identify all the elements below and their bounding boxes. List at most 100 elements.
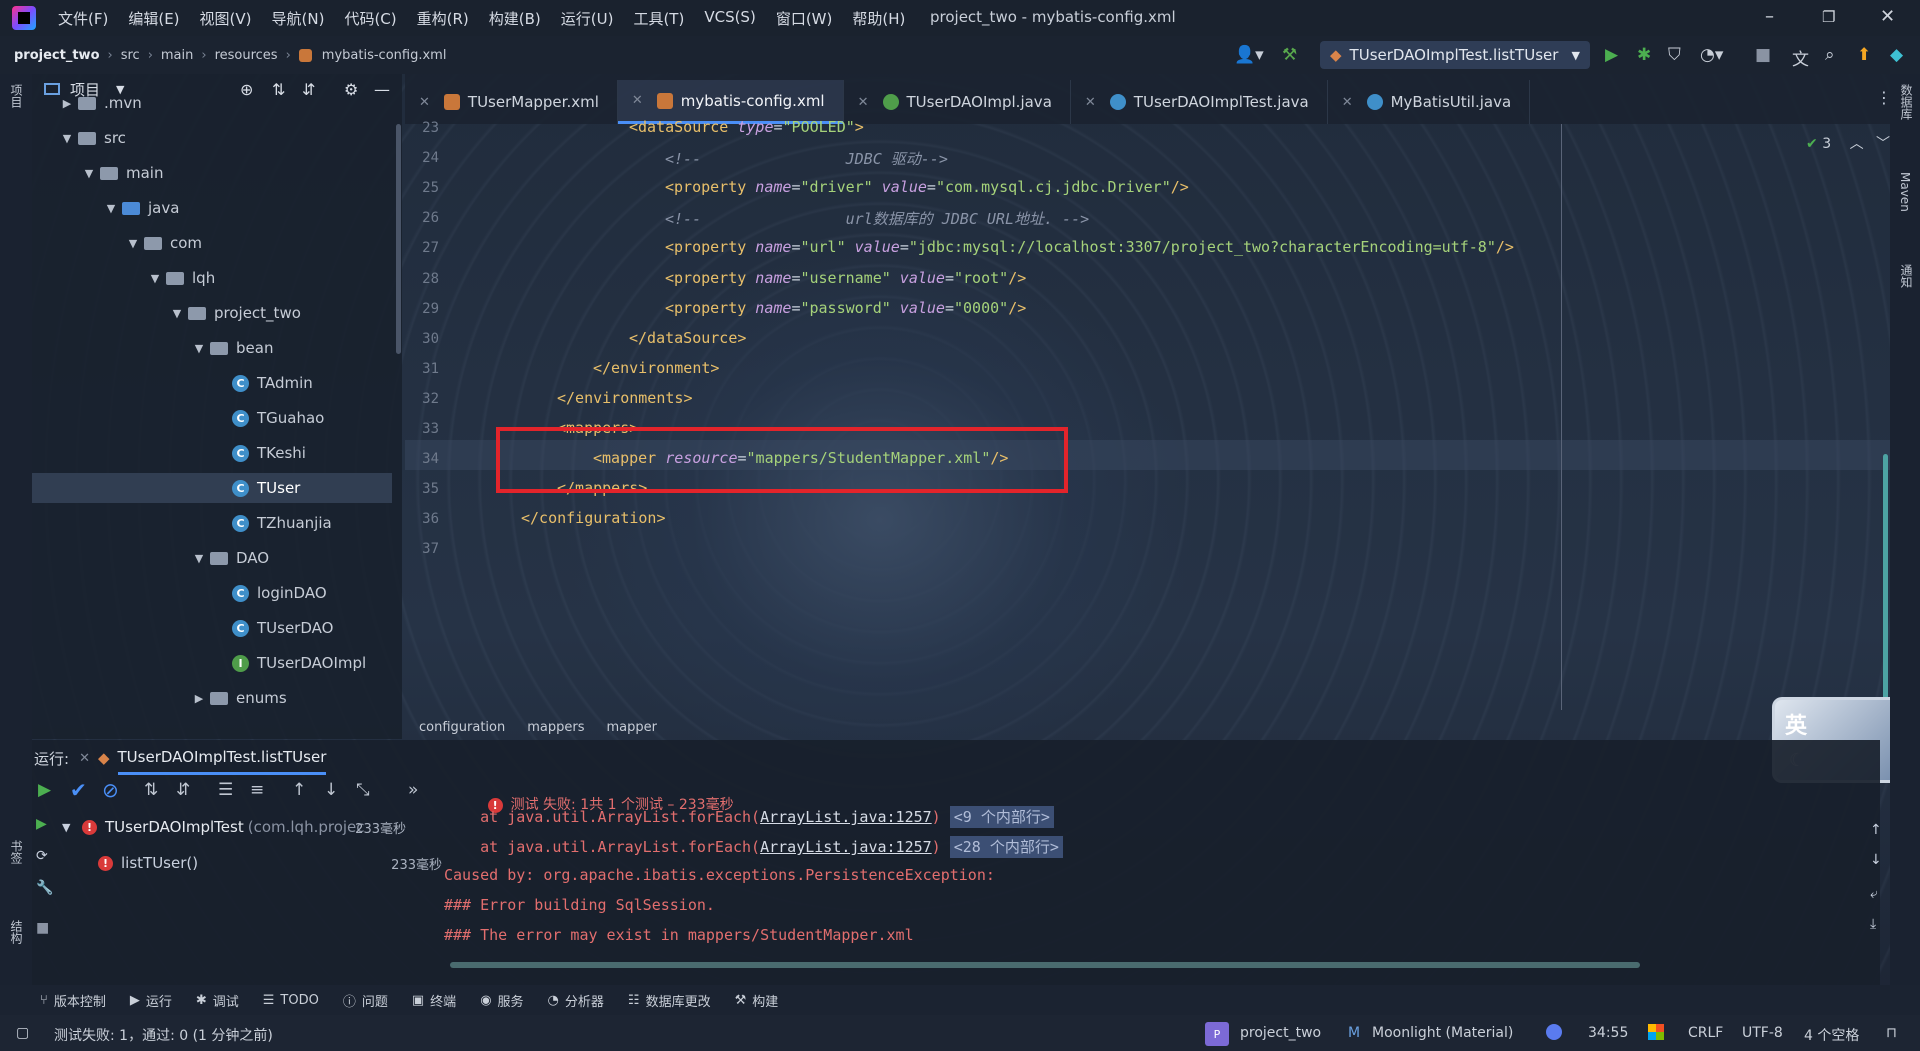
menu-file[interactable]: 文件(F) <box>58 8 108 29</box>
crumb-mapper[interactable]: mapper <box>606 720 656 735</box>
code-line[interactable]: <!-- url数据库的 JDBC URL地址. --> <box>665 208 1089 229</box>
structure-tool-label[interactable]: 结构 <box>8 920 25 944</box>
code-line[interactable]: <property name="driver" value="com.mysql… <box>665 178 1189 196</box>
code-line[interactable]: </configuration> <box>521 509 666 527</box>
tool-terminal[interactable]: ▣ 终端 <box>412 991 456 1010</box>
tool-db-changes[interactable]: ☷ 数据库更改 <box>628 991 711 1010</box>
tree-item[interactable]: C TKeshi <box>32 438 392 468</box>
arrow-down-icon[interactable]: ↓ <box>324 780 338 800</box>
tab-tuserdaoimpltest-java[interactable]: ✕ TUserDAOImplTest.java <box>1071 80 1328 124</box>
build-hammer-icon[interactable]: ⚒ <box>1282 45 1297 65</box>
chevron-down-icon[interactable]: ▼ <box>192 342 206 355</box>
folded-lines[interactable]: <9 个内部行> <box>949 806 1054 828</box>
plugin-icon[interactable]: ◆ <box>1890 45 1903 65</box>
status-message[interactable]: 测试失败: 1，通过: 0 (1 分钟之前) <box>54 1025 273 1045</box>
menu-vcs[interactable]: VCS(S) <box>704 8 755 29</box>
code-line[interactable]: </environments> <box>557 389 692 407</box>
test-class-row[interactable]: ▼ ! TUserDAOImplTest (com.lqh.projec 233… <box>62 812 456 842</box>
line-ending[interactable]: CRLF <box>1688 1025 1723 1041</box>
tree-item[interactable]: CloginDAO <box>32 578 392 608</box>
sort-duration-icon[interactable]: ⇵ <box>176 780 190 800</box>
tree-item[interactable]: ▼ java <box>32 193 392 223</box>
tree-item[interactable]: C TUser <box>32 473 392 503</box>
tree-item[interactable]: C TGuahao <box>32 403 392 433</box>
tree-item[interactable]: ▶ .mvn <box>32 88 392 118</box>
bookmarks-tool-label[interactable]: 书签 <box>8 840 25 864</box>
soft-wrap-icon[interactable]: ⤶ <box>1870 886 1878 902</box>
close-icon[interactable]: ✕ <box>1342 95 1353 110</box>
tree-item[interactable]: ▼ main <box>32 158 392 188</box>
indent-setting[interactable]: 4 个空格 <box>1804 1025 1859 1045</box>
rerun-icon[interactable]: ▶ <box>38 780 51 800</box>
stop-icon[interactable]: ■ <box>1755 45 1771 65</box>
minimize-icon[interactable]: – <box>1765 6 1774 27</box>
cursor-position[interactable]: 34:55 <box>1588 1025 1628 1041</box>
tool-vcs[interactable]: ⑂ 版本控制 <box>40 991 106 1010</box>
debug-icon[interactable]: ✱ <box>1637 45 1651 65</box>
toggle-auto-test-icon[interactable]: ⟳ <box>36 848 48 864</box>
code-line[interactable]: <property name="password" value="0000"/> <box>665 299 1026 317</box>
menu-refactor[interactable]: 重构(R) <box>417 8 469 29</box>
crumb-src[interactable]: src <box>121 48 140 63</box>
menu-build[interactable]: 构建(B) <box>489 8 541 29</box>
tree-item[interactable]: ▼ DAO <box>32 543 392 573</box>
status-theme[interactable]: Moonlight (Material) <box>1372 1025 1513 1041</box>
search-icon[interactable]: ⌕ <box>1825 45 1835 65</box>
tool-problems[interactable]: ⓘ 问题 <box>343 991 388 1010</box>
chevron-up-icon[interactable]: ︿ <box>1850 136 1864 152</box>
scroll-to-end-icon[interactable]: ⤓ <box>1870 916 1876 932</box>
test-method-row[interactable]: ! listTUser() 233毫秒 <box>98 848 456 878</box>
inspection-widget[interactable]: ✔ 3 ︿ ﹀ <box>1806 133 1890 153</box>
stacktrace-link[interactable]: ArrayList.java:1257 <box>760 838 932 856</box>
tree-item[interactable]: ▼ project_two <box>32 298 392 328</box>
code-line[interactable]: <property name="url" value="jdbc:mysql:/… <box>665 238 1514 256</box>
chevron-down-icon[interactable]: ▼ <box>148 272 162 285</box>
crumb-resources[interactable]: resources <box>215 48 278 63</box>
export-icon[interactable]: ⤡ <box>356 780 370 800</box>
collapse-all-icon[interactable]: ≡ <box>250 780 264 800</box>
menu-run[interactable]: 运行(U) <box>561 8 614 29</box>
tree-item[interactable]: ▶ enums <box>32 683 392 713</box>
notifications-tool-label[interactable]: 通知 <box>1898 264 1915 288</box>
database-tool-label[interactable]: 数据库 <box>1898 84 1915 120</box>
tree-item[interactable]: I TUserDAOImpl <box>32 648 392 678</box>
editor-scrollbar[interactable] <box>1883 454 1888 704</box>
expand-all-icon[interactable]: ☰ <box>218 780 233 800</box>
sort-alpha-icon[interactable]: ⇅ <box>144 780 158 800</box>
chevron-down-icon[interactable]: ▼ <box>126 237 140 250</box>
crumb-mappers[interactable]: mappers <box>527 720 584 735</box>
close-icon[interactable]: ✕ <box>632 93 643 108</box>
stacktrace-link[interactable]: ArrayList.java:1257 <box>760 808 932 826</box>
chevron-down-icon[interactable]: ▼ <box>104 202 118 215</box>
file-encoding[interactable]: UTF-8 <box>1742 1025 1783 1041</box>
tool-debug[interactable]: ✱ 调试 <box>196 991 239 1010</box>
code-line[interactable]: <property name="username" value="root"/> <box>665 269 1026 287</box>
chevron-down-icon[interactable]: ﹀ <box>1876 136 1890 152</box>
run-configuration-select[interactable]: ◆ TUserDAOImplTest.listTUser ▼ <box>1320 41 1590 69</box>
code-line[interactable]: </dataSource> <box>629 329 746 347</box>
tree-item[interactable]: C TUserDAO <box>32 613 392 643</box>
close-icon[interactable]: ✕ <box>79 751 90 766</box>
run-config-tab[interactable]: TUserDAOImplTest.listTUser <box>117 742 327 775</box>
maven-tool-label[interactable]: Maven <box>1898 172 1912 212</box>
chevron-down-icon[interactable]: ▼ <box>60 132 74 145</box>
tool-profiler[interactable]: ◔ 分析器 <box>548 991 604 1010</box>
close-icon[interactable]: ✕ <box>419 95 430 110</box>
restore-icon[interactable]: ❐ <box>1822 8 1835 26</box>
profile-icon[interactable]: ◔▾ <box>1700 45 1723 65</box>
chevron-down-icon[interactable]: ▼ <box>192 552 206 565</box>
chevron-right-icon[interactable]: ▶ <box>60 97 74 110</box>
coverage-icon[interactable]: ⛉ <box>1668 45 1681 65</box>
run-icon[interactable]: ▶ <box>1605 45 1618 65</box>
crumb-configuration[interactable]: configuration <box>419 720 505 735</box>
chevron-down-icon[interactable]: ▼ <box>82 167 96 180</box>
folded-lines[interactable]: <28 个内部行> <box>949 836 1063 858</box>
menu-navigate[interactable]: 导航(N) <box>272 8 325 29</box>
update-icon[interactable]: ⬆ <box>1857 45 1871 65</box>
project-tool-label[interactable]: 项目 <box>8 84 25 108</box>
tool-services[interactable]: ◉ 服务 <box>480 991 523 1010</box>
console-output[interactable]: ! 测试 失败: 1共 1 个测试 – 233毫秒 at java.util.Ar… <box>430 776 1870 982</box>
chevron-down-icon[interactable]: ▼ <box>170 307 184 320</box>
show-ignored-icon[interactable]: ⊘ <box>102 778 119 802</box>
translate-icon[interactable]: 文 <box>1792 45 1809 70</box>
